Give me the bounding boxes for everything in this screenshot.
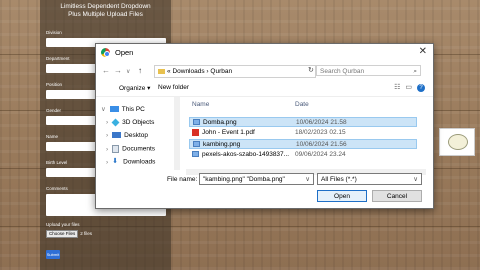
path-segment-qurban[interactable]: Qurban xyxy=(210,68,232,75)
filename-input[interactable]: "kambing.png" "Domba.png" ∨ xyxy=(199,173,314,185)
path-segment-downloads[interactable]: Downloads xyxy=(172,68,204,75)
form-title-line1: Limitless Dependent Dropdown xyxy=(60,3,151,10)
column-header-date[interactable]: Date xyxy=(295,101,309,108)
file-name: kambing.png xyxy=(203,141,241,148)
organize-menu[interactable]: Organize ▾ xyxy=(119,84,150,92)
choose-files-button[interactable]: Choose Files xyxy=(46,230,79,238)
name-label: Name xyxy=(46,134,59,139)
folder-icon xyxy=(158,68,165,74)
department-label: Department xyxy=(46,56,70,61)
image-file-icon xyxy=(193,141,200,148)
preview-thumbnail xyxy=(439,128,475,156)
file-upload-row: Choose Files 2 files xyxy=(46,230,92,238)
download-icon: ⬇ xyxy=(112,158,119,165)
address-prefix: « xyxy=(167,68,171,75)
view-options-icon[interactable]: ☷ xyxy=(394,84,405,91)
close-icon[interactable]: ✕ xyxy=(419,46,427,57)
expand-down-icon[interactable]: ∨ xyxy=(101,106,106,113)
image-file-icon xyxy=(193,119,200,126)
nav-label: 3D Objects xyxy=(122,119,155,127)
chevron-down-icon[interactable]: ∨ xyxy=(305,174,310,184)
comments-label: Comments xyxy=(46,186,68,191)
file-name: Domba.png xyxy=(203,119,237,126)
upload-status: 2 files xyxy=(80,231,93,236)
nav-label: This PC xyxy=(121,106,145,113)
file-date: 10/06/2024 21.56 xyxy=(296,141,347,148)
birth-level-label: Birth Level xyxy=(46,160,68,165)
path-separator: › xyxy=(206,68,209,75)
preview-pane-icon[interactable]: ▭ xyxy=(405,84,417,91)
file-row[interactable]: Domba.png 10/06/2024 21.58 xyxy=(189,117,417,127)
file-row[interactable]: kambing.png 10/06/2024 21.56 xyxy=(189,139,417,149)
desktop-icon xyxy=(112,132,122,139)
back-arrow-icon[interactable]: ← xyxy=(102,66,110,75)
address-bar-row: ← → ∨ ↑ « Downloads › Qurban ↻ Search Qu… xyxy=(96,62,433,80)
nav-label: Desktop xyxy=(124,132,149,139)
gender-label: Gender xyxy=(46,108,62,113)
file-row[interactable]: pexels-akos-szabo-1493837... 09/06/2024 … xyxy=(189,150,417,160)
file-date: 18/02/2023 02.15 xyxy=(295,129,346,136)
open-file-dialog: Open ✕ ← → ∨ ↑ « Downloads › Qurban ↻ Se… xyxy=(95,43,434,209)
search-input[interactable]: Search Qurban ⌕ xyxy=(316,65,421,76)
dialog-title: Open xyxy=(115,48,134,57)
column-header-name[interactable]: Name xyxy=(192,101,209,108)
documents-icon xyxy=(112,145,120,153)
expand-right-icon[interactable]: › xyxy=(106,132,108,139)
new-folder-button[interactable]: New folder xyxy=(158,84,189,91)
file-type-select[interactable]: All Files (*.*) ∨ xyxy=(317,173,422,185)
up-arrow-icon[interactable]: ↑ xyxy=(138,66,142,75)
view-controls: ☷▭? xyxy=(394,83,425,92)
chevron-down-icon[interactable]: ∨ xyxy=(413,174,418,186)
pc-icon xyxy=(109,106,119,113)
nav-item-3d-objects[interactable]: › 3D Objects xyxy=(106,118,155,127)
dialog-toolbar: Organize ▾ New folder ☷▭? xyxy=(96,81,433,97)
cancel-button[interactable]: Cancel xyxy=(372,190,422,202)
recent-dropdown-icon[interactable]: ∨ xyxy=(126,68,130,75)
dialog-titlebar[interactable]: Open ✕ xyxy=(96,44,433,62)
filename-value: "kambing.png" "Domba.png" xyxy=(203,176,285,183)
expand-right-icon[interactable]: › xyxy=(106,146,108,153)
search-placeholder: Search Qurban xyxy=(320,68,365,75)
forward-arrow-icon[interactable]: → xyxy=(114,66,122,75)
file-row[interactable]: John - Event 1.pdf 18/02/2023 02.15 xyxy=(189,128,417,138)
pdf-file-icon xyxy=(192,128,199,136)
sheep-image xyxy=(448,134,468,150)
submit-button[interactable]: Submit xyxy=(46,250,60,259)
open-button[interactable]: Open xyxy=(317,190,367,202)
file-type-value: All Files (*.*) xyxy=(321,176,357,183)
nav-item-downloads[interactable]: › ⬇ Downloads xyxy=(106,158,155,166)
expand-right-icon[interactable]: › xyxy=(106,119,108,126)
help-icon[interactable]: ? xyxy=(417,84,425,92)
file-list: Name Date Domba.png 10/06/2024 21.58 Joh… xyxy=(186,97,426,170)
file-date: 10/06/2024 21.58 xyxy=(296,119,347,126)
filename-label: File name: xyxy=(167,176,198,183)
nav-label: Documents xyxy=(122,145,156,153)
nav-item-desktop[interactable]: › Desktop xyxy=(106,132,148,139)
file-date: 09/06/2024 23.24 xyxy=(295,151,346,158)
file-name: pexels-akos-szabo-1493837... xyxy=(202,151,290,158)
address-field[interactable]: « Downloads › Qurban xyxy=(154,65,316,78)
upload-label: Upload your files xyxy=(46,222,80,227)
expand-right-icon[interactable]: › xyxy=(106,159,108,166)
position-label: Position xyxy=(46,82,63,87)
navigation-pane: ∨ This PC › 3D Objects › Desktop › Documents… xyxy=(96,97,184,170)
search-icon: ⌕ xyxy=(413,68,417,75)
nav-label: Downloads xyxy=(123,158,156,166)
cube-icon xyxy=(111,118,120,127)
form-title-line2: Plus Multiple Upload Files xyxy=(68,11,143,18)
refresh-icon[interactable]: ↻ xyxy=(308,66,314,74)
file-name: John - Event 1.pdf xyxy=(202,129,255,136)
nav-scrollbar[interactable] xyxy=(174,97,180,170)
division-label: Division xyxy=(46,30,62,35)
nav-item-this-pc[interactable]: ∨ This PC xyxy=(101,105,145,113)
nav-item-documents[interactable]: › Documents xyxy=(106,145,155,153)
chrome-icon xyxy=(101,48,110,57)
image-file-icon xyxy=(192,151,199,158)
